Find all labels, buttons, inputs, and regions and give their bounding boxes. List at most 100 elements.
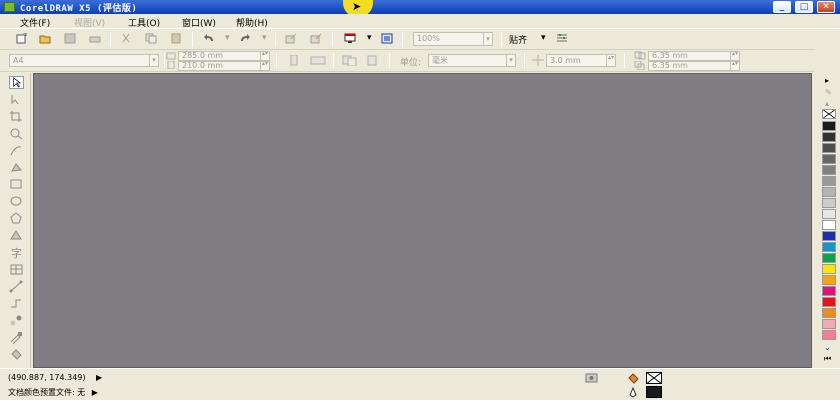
polygon-tool-icon[interactable] bbox=[9, 212, 24, 225]
connector-tool-icon[interactable] bbox=[9, 297, 24, 310]
zoom-tool-icon[interactable] bbox=[9, 127, 24, 140]
color-swatch[interactable] bbox=[822, 297, 836, 307]
menu-tools[interactable]: 工具(O) bbox=[128, 16, 160, 29]
color-swatch[interactable] bbox=[822, 121, 836, 131]
outline-color-indicator[interactable] bbox=[646, 386, 662, 398]
spinner-arrows-icon[interactable]: ▴▾ bbox=[260, 62, 269, 70]
color-swatch[interactable] bbox=[822, 275, 836, 285]
menu-window[interactable]: 窗口(W) bbox=[182, 16, 216, 29]
blend-tool-icon[interactable] bbox=[9, 314, 24, 327]
pick-tool-icon[interactable] bbox=[9, 76, 24, 89]
paste-icon[interactable] bbox=[170, 33, 182, 44]
toolbar-separator bbox=[164, 53, 165, 68]
new-document-icon[interactable] bbox=[15, 33, 27, 44]
launcher-dropdown-icon[interactable]: ▾ bbox=[367, 33, 372, 43]
scroll-down-icon[interactable]: ⌄ bbox=[824, 343, 831, 352]
fill-tool-icon[interactable] bbox=[9, 348, 24, 361]
ellipse-tool-icon[interactable] bbox=[9, 195, 24, 208]
import-icon[interactable] bbox=[285, 33, 297, 44]
portrait-icon[interactable] bbox=[288, 55, 300, 66]
table-tool-icon[interactable] bbox=[9, 263, 24, 276]
duplicate-distance-x-field[interactable]: 6.35 mm ▴▾ bbox=[648, 51, 740, 61]
cut-icon[interactable] bbox=[120, 33, 132, 44]
coordinates-arrow-icon[interactable]: ▶ bbox=[96, 373, 102, 382]
color-swatch[interactable] bbox=[822, 165, 836, 175]
basic-shapes-tool-icon[interactable] bbox=[9, 229, 24, 242]
chevron-down-icon[interactable]: ▾ bbox=[506, 55, 515, 66]
drawing-canvas[interactable] bbox=[33, 73, 812, 368]
color-swatch[interactable] bbox=[822, 264, 836, 274]
color-swatch[interactable] bbox=[822, 187, 836, 197]
color-swatch[interactable] bbox=[822, 308, 836, 318]
current-page-icon[interactable] bbox=[366, 55, 378, 66]
print-icon[interactable] bbox=[89, 33, 101, 44]
color-swatch[interactable] bbox=[822, 176, 836, 186]
color-swatch[interactable] bbox=[822, 231, 836, 241]
toolbar-separator bbox=[332, 32, 333, 47]
palette-flyout-icon[interactable]: ▸ bbox=[825, 76, 829, 85]
scroll-up-icon[interactable]: ▴ bbox=[825, 99, 829, 108]
units-select[interactable]: 毫米 ▾ bbox=[428, 54, 516, 67]
close-button[interactable]: ✕ bbox=[817, 1, 835, 13]
chevron-down-icon[interactable]: ▾ bbox=[483, 33, 492, 45]
duplicate-distance-y-field[interactable]: 6.35 mm ▴▾ bbox=[648, 61, 740, 71]
palette-pen-icon[interactable]: ✎ bbox=[825, 88, 832, 97]
color-swatch[interactable] bbox=[822, 330, 836, 340]
chevron-down-icon[interactable]: ▾ bbox=[149, 55, 158, 66]
redo-icon[interactable] bbox=[239, 33, 251, 44]
smart-fill-tool-icon[interactable] bbox=[9, 161, 24, 174]
open-folder-icon[interactable] bbox=[39, 33, 51, 44]
page-width-field[interactable]: 285.0 mm ▴▾ bbox=[178, 51, 270, 61]
color-swatch[interactable] bbox=[822, 220, 836, 230]
all-pages-icon[interactable] bbox=[342, 55, 358, 66]
menu-view[interactable]: 视图(V) bbox=[74, 16, 105, 29]
no-fill-swatch-icon[interactable] bbox=[822, 109, 836, 119]
copy-icon[interactable] bbox=[145, 33, 157, 44]
redo-dropdown-icon[interactable]: ▾ bbox=[262, 33, 267, 43]
paper-size-select[interactable]: A4 ▾ bbox=[9, 54, 159, 67]
color-swatch[interactable] bbox=[822, 132, 836, 142]
menu-help[interactable]: 帮助(H) bbox=[236, 16, 268, 29]
color-swatch[interactable] bbox=[822, 286, 836, 296]
color-profile-arrow-icon[interactable]: ▶ bbox=[92, 388, 98, 397]
options-icon[interactable] bbox=[556, 33, 568, 44]
rectangle-tool-icon[interactable] bbox=[9, 178, 24, 191]
crop-tool-icon[interactable] bbox=[9, 110, 24, 123]
color-proof-icon[interactable] bbox=[585, 373, 598, 383]
color-swatch[interactable] bbox=[822, 209, 836, 219]
nudge-distance-field[interactable]: 3.0 mm ▴▾ bbox=[546, 54, 616, 67]
menu-file[interactable]: 文件(F) bbox=[20, 16, 50, 29]
shape-tool-icon[interactable] bbox=[9, 93, 24, 106]
undo-icon[interactable] bbox=[203, 33, 215, 44]
nudge-icon bbox=[532, 55, 544, 66]
color-swatch[interactable] bbox=[822, 198, 836, 208]
zoom-level-select[interactable]: 100% ▾ bbox=[413, 32, 493, 46]
welcome-screen-icon[interactable] bbox=[381, 33, 393, 44]
spinner-arrows-icon[interactable]: ▴▾ bbox=[730, 62, 739, 70]
freehand-tool-icon[interactable] bbox=[9, 144, 24, 157]
application-launcher-icon[interactable] bbox=[344, 33, 356, 44]
page-height-field[interactable]: 210.0 mm ▴▾ bbox=[178, 61, 270, 71]
color-swatch[interactable] bbox=[822, 242, 836, 252]
fill-none-indicator-icon[interactable] bbox=[646, 372, 662, 384]
minimize-button[interactable]: _ bbox=[773, 1, 791, 13]
color-swatch[interactable] bbox=[822, 154, 836, 164]
scroll-to-end-icon[interactable]: ⏮ bbox=[824, 354, 831, 364]
snap-to-button[interactable]: 贴齐 bbox=[509, 33, 527, 46]
spinner-arrows-icon[interactable]: ▴▾ bbox=[606, 55, 615, 66]
text-tool-icon[interactable]: 字 bbox=[9, 246, 24, 259]
save-icon[interactable] bbox=[64, 33, 76, 44]
color-swatch[interactable] bbox=[822, 253, 836, 263]
spinner-arrows-icon[interactable]: ▴▾ bbox=[260, 52, 269, 60]
landscape-icon[interactable] bbox=[310, 55, 326, 66]
dimension-tool-icon[interactable] bbox=[9, 280, 24, 293]
snap-dropdown-icon[interactable]: ▾ bbox=[541, 33, 546, 43]
maximize-button[interactable]: □ bbox=[795, 1, 813, 13]
toolbar-separator bbox=[501, 32, 502, 47]
export-icon[interactable] bbox=[310, 33, 322, 44]
color-swatch[interactable] bbox=[822, 143, 836, 153]
undo-dropdown-icon[interactable]: ▾ bbox=[225, 33, 230, 43]
eyedropper-tool-icon[interactable] bbox=[9, 331, 24, 344]
spinner-arrows-icon[interactable]: ▴▾ bbox=[730, 52, 739, 60]
color-swatch[interactable] bbox=[822, 319, 836, 329]
